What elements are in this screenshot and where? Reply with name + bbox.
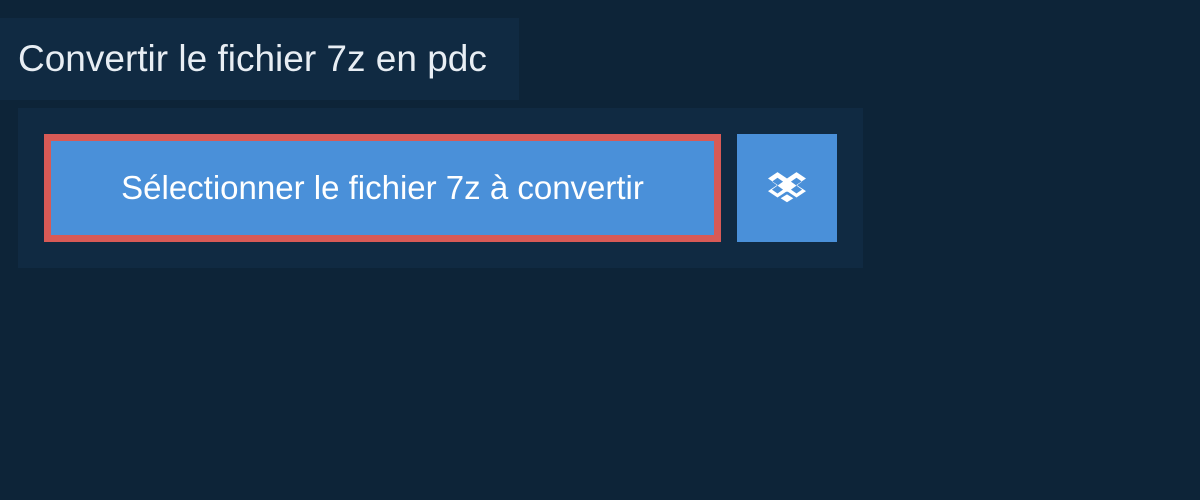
dropbox-button[interactable] <box>737 134 837 242</box>
select-file-button[interactable]: Sélectionner le fichier 7z à convertir <box>44 134 721 242</box>
dropbox-icon <box>768 169 806 207</box>
select-file-label: Sélectionner le fichier 7z à convertir <box>121 169 644 207</box>
upload-panel: Sélectionner le fichier 7z à convertir <box>18 108 863 268</box>
page-title: Convertir le fichier 7z en pdc <box>0 18 519 100</box>
